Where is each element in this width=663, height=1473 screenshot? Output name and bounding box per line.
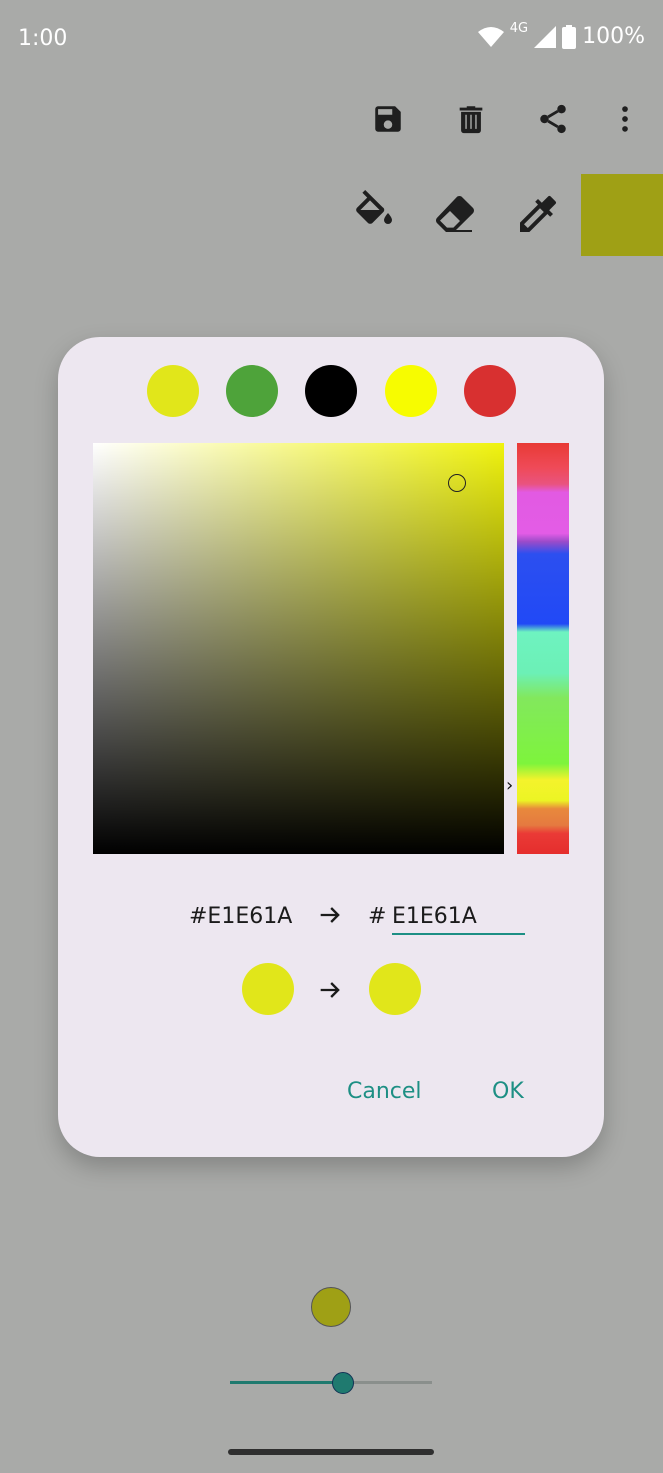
eraser-icon[interactable]	[432, 190, 480, 238]
status-bar: 1:00 4G 100%	[0, 0, 663, 80]
preset-color-4[interactable]	[385, 365, 437, 417]
slider-thumb[interactable]	[332, 1372, 355, 1394]
preset-color-3[interactable]	[305, 365, 357, 417]
preset-color-1[interactable]	[147, 365, 199, 417]
current-color-swatch[interactable]	[581, 174, 663, 256]
cancel-button[interactable]: Cancel	[347, 1079, 422, 1104]
signal-icon	[534, 25, 557, 48]
arrow-right-icon	[316, 976, 344, 1008]
old-color-preview	[242, 963, 294, 1015]
preset-color-2[interactable]	[226, 365, 278, 417]
home-indicator[interactable]	[228, 1449, 434, 1455]
ok-button[interactable]: OK	[492, 1079, 524, 1104]
old-hex-label: #E1E61A	[189, 904, 293, 929]
sv-cursor[interactable]	[448, 474, 466, 492]
color-picker-dialog: › #E1E61A # Cancel OK	[58, 337, 604, 1157]
battery-level: 100%	[582, 24, 645, 49]
more-vert-icon[interactable]	[601, 95, 649, 143]
status-indicators: 4G 100%	[477, 21, 645, 49]
eyedropper-icon[interactable]	[514, 190, 562, 238]
new-color-preview	[369, 963, 421, 1015]
hue-marker-icon[interactable]: ›	[506, 777, 513, 795]
hex-row: #E1E61A #	[58, 899, 604, 939]
status-time: 1:00	[18, 26, 68, 51]
hex-input[interactable]	[392, 899, 525, 935]
wifi-icon	[477, 26, 504, 48]
hue-slider[interactable]	[517, 443, 569, 854]
arrow-right-icon	[316, 901, 344, 935]
brush-size-preview	[311, 1287, 351, 1327]
network-type: 4G	[509, 21, 529, 36]
save-icon[interactable]	[364, 95, 412, 143]
saturation-value-picker[interactable]	[93, 443, 504, 854]
brush-size-slider[interactable]	[230, 1371, 432, 1395]
fill-bucket-icon[interactable]	[350, 190, 398, 238]
delete-icon[interactable]	[447, 95, 495, 143]
slider-fill	[230, 1381, 344, 1384]
battery-icon	[562, 24, 577, 49]
preset-color-5[interactable]	[464, 365, 516, 417]
share-icon[interactable]	[529, 95, 577, 143]
hex-hash-label: #	[368, 904, 387, 929]
